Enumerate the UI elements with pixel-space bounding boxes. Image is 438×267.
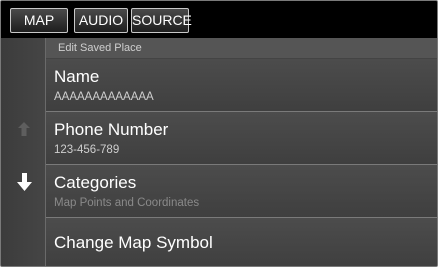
arrow-down-icon[interactable]: [17, 173, 32, 191]
arrow-up-icon[interactable]: [18, 122, 30, 136]
item-title: Name: [54, 67, 100, 86]
item-title: Phone Number: [54, 120, 169, 139]
list-item-categories[interactable]: Categories Map Points and Coordinates: [46, 165, 437, 218]
scroll-rail: [1, 38, 46, 266]
item-value: AAAAAAAAAAAAA: [54, 91, 154, 103]
top-tab-bar: MAP AUDIO SOURCE: [1, 1, 437, 38]
tab-source[interactable]: SOURCE: [131, 8, 192, 33]
item-title: Change Map Symbol: [54, 233, 213, 252]
list-item-change-map-symbol[interactable]: Change Map Symbol: [46, 218, 437, 266]
nav-screen: MAP AUDIO SOURCE Edit Saved Place Name A…: [0, 0, 438, 267]
page-title: Edit Saved Place: [46, 38, 437, 58]
list-item-phone-number[interactable]: Phone Number 123-456-789: [46, 112, 437, 165]
tab-map[interactable]: MAP: [10, 8, 68, 33]
list-item-name[interactable]: Name AAAAAAAAAAAAA: [46, 59, 437, 112]
tab-audio[interactable]: AUDIO: [74, 8, 128, 33]
item-title: Categories: [54, 173, 137, 192]
settings-list: Edit Saved Place Name AAAAAAAAAAAAA Phon…: [46, 38, 437, 266]
item-value: 123-456-789: [54, 144, 120, 156]
item-value: Map Points and Coordinates: [54, 197, 200, 209]
